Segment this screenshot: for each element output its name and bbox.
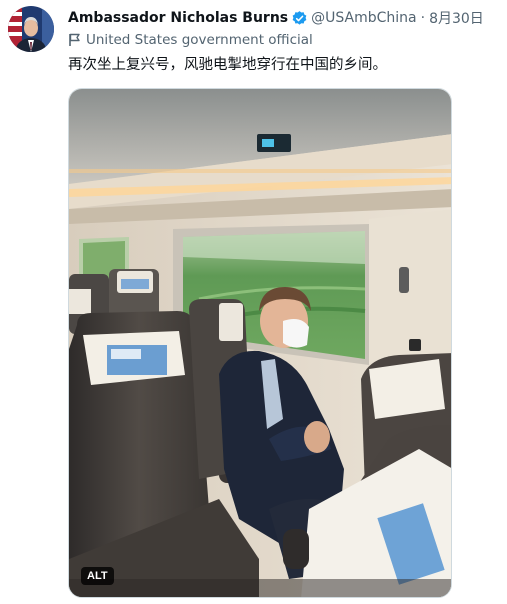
tweet-photo[interactable]: ALT bbox=[68, 88, 452, 598]
government-label-text: United States government official bbox=[86, 32, 313, 48]
avatar[interactable] bbox=[8, 6, 54, 52]
alt-text-badge[interactable]: ALT bbox=[81, 567, 114, 585]
tweet-date[interactable]: 8月30日 bbox=[429, 8, 484, 28]
train-interior-photo bbox=[69, 89, 451, 597]
author-name[interactable]: Ambassador Nicholas Burns bbox=[68, 10, 288, 26]
header-separator: · bbox=[420, 10, 426, 26]
verified-badge-icon bbox=[291, 10, 308, 27]
tweet-header: Ambassador Nicholas Burns @USAmbChina · … bbox=[68, 8, 499, 28]
tweet-card: Ambassador Nicholas Burns @USAmbChina · … bbox=[0, 0, 507, 604]
flag-icon bbox=[69, 33, 80, 46]
tweet-text: 再次坐上复兴号，风驰电掣地穿行在中国的乡间。 bbox=[68, 57, 387, 73]
government-label[interactable]: United States government official bbox=[68, 31, 313, 49]
author-handle[interactable]: @USAmbChina bbox=[311, 10, 417, 26]
